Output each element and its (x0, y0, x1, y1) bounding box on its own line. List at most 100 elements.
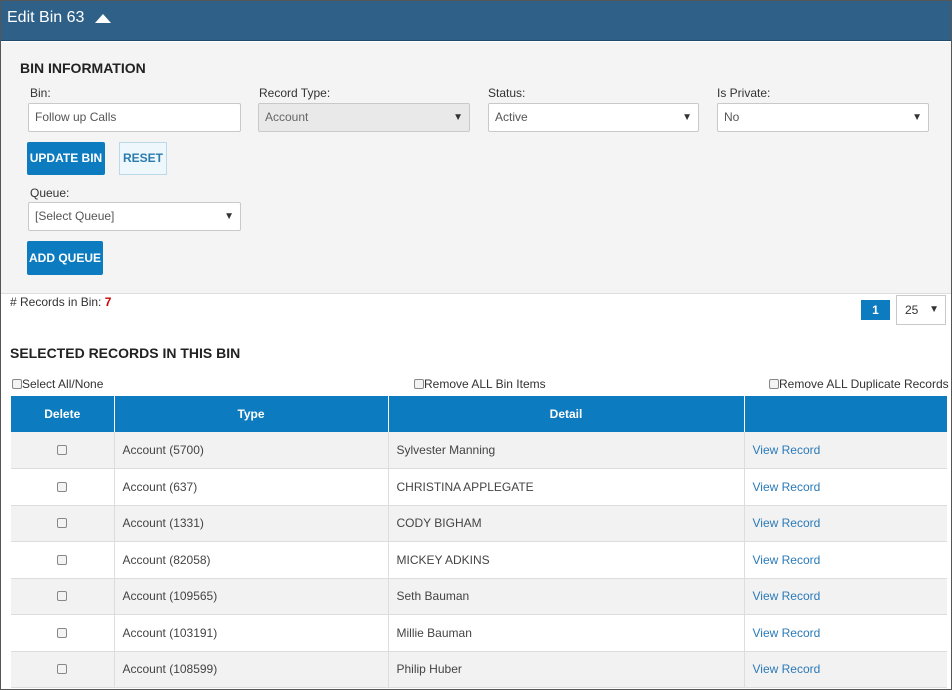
select-all-checkbox[interactable] (12, 379, 22, 389)
table-row: Account (5700) Sylvester Manning View Re… (11, 432, 947, 469)
col-type: Type (114, 396, 389, 432)
record-type-label: Record Type: (259, 86, 331, 100)
records-table: Delete Type Detail Account (5700) Sylves… (11, 396, 947, 688)
view-record-link[interactable]: View Record (753, 589, 821, 603)
delete-checkbox[interactable] (57, 664, 68, 675)
actions-cell: View Record (744, 468, 947, 506)
table-row: Account (109565) Seth Bauman View Record (11, 578, 947, 615)
bin-name-value: Follow up Calls (35, 110, 117, 124)
remove-all-label: Remove ALL Bin Items (424, 377, 546, 391)
view-record-link[interactable]: View Record (753, 480, 821, 494)
is-private-label: Is Private: (717, 86, 771, 100)
table-row: Account (103191) Millie Bauman View Reco… (11, 614, 947, 652)
delete-cell (11, 614, 115, 652)
bin-name-input[interactable]: Follow up Calls (28, 103, 241, 132)
edit-bin-window: Edit Bin 63 BIN INFORMATION Bin: Follow … (0, 0, 952, 690)
update-bin-button[interactable]: UPDATE BIN (27, 142, 105, 175)
remove-all-control[interactable]: Remove ALL Bin Items (414, 377, 546, 391)
select-all-label: Select All/None (22, 377, 104, 391)
type-cell: Account (108599) (114, 651, 389, 688)
bin-info-title: BIN INFORMATION (20, 60, 146, 76)
is-private-select[interactable]: No ▼ (717, 103, 929, 132)
delete-cell (11, 651, 115, 688)
type-cell: Account (5700) (114, 432, 389, 469)
detail-cell: Seth Bauman (388, 578, 745, 615)
remove-all-checkbox[interactable] (414, 379, 424, 389)
type-cell: Account (637) (114, 468, 389, 506)
delete-cell (11, 468, 115, 506)
select-all-control[interactable]: Select All/None (12, 377, 103, 391)
add-queue-button[interactable]: ADD QUEUE (27, 241, 103, 275)
detail-cell: Sylvester Manning (388, 432, 745, 469)
is-private-value: No (724, 110, 740, 124)
page-size-value: 25 (905, 303, 919, 317)
detail-cell: CHRISTINA APPLEGATE (388, 468, 745, 506)
remove-duplicates-label: Remove ALL Duplicate Records (779, 377, 949, 391)
queue-value: [Select Queue] (35, 209, 115, 223)
view-record-link[interactable]: View Record (753, 626, 821, 640)
chevron-down-icon: ▼ (912, 112, 922, 123)
view-record-link[interactable]: View Record (753, 443, 821, 457)
delete-checkbox[interactable] (57, 591, 68, 602)
chevron-down-icon: ▼ (929, 304, 939, 315)
record-type-select: Account ▼ (258, 103, 470, 132)
chevron-down-icon: ▼ (682, 112, 692, 123)
status-select[interactable]: Active ▼ (488, 103, 699, 132)
view-record-link[interactable]: View Record (753, 553, 821, 567)
type-cell: Account (109565) (114, 578, 389, 615)
page-size-select[interactable]: 25 ▼ (896, 295, 946, 325)
table-header-row: Delete Type Detail (11, 396, 947, 432)
reset-button[interactable]: RESET (119, 142, 167, 175)
delete-checkbox[interactable] (57, 518, 68, 529)
table-row: Account (82058) MICKEY ADKINS View Recor… (11, 541, 947, 579)
records-count: # Records in Bin: 7 (10, 295, 111, 309)
queue-select[interactable]: [Select Queue] ▼ (28, 202, 241, 231)
detail-cell: MICKEY ADKINS (388, 541, 745, 579)
page-title: Edit Bin 63 (7, 9, 85, 26)
status-value: Active (495, 110, 528, 124)
type-cell: Account (103191) (114, 614, 389, 652)
detail-cell: Millie Bauman (388, 614, 745, 652)
queue-label: Queue: (30, 186, 70, 200)
detail-cell: CODY BIGHAM (388, 505, 745, 542)
bin-label: Bin: (30, 86, 51, 100)
delete-cell (11, 541, 115, 579)
actions-cell: View Record (744, 432, 947, 469)
record-type-value: Account (265, 110, 309, 124)
remove-duplicates-control[interactable]: Remove ALL Duplicate Records (769, 377, 949, 391)
view-record-link[interactable]: View Record (753, 662, 821, 676)
actions-cell: View Record (744, 541, 947, 579)
table-row: Account (637) CHRISTINA APPLEGATE View R… (11, 468, 947, 506)
delete-checkbox[interactable] (57, 554, 68, 565)
chevron-down-icon: ▼ (224, 211, 234, 222)
delete-checkbox[interactable] (57, 481, 68, 492)
actions-cell: View Record (744, 505, 947, 542)
actions-cell: View Record (744, 651, 947, 688)
col-detail: Detail (388, 396, 745, 432)
view-record-link[interactable]: View Record (753, 516, 821, 530)
records-count-value: 7 (104, 295, 112, 309)
type-cell: Account (82058) (114, 541, 389, 579)
records-count-label: # Records in Bin: (10, 295, 102, 309)
col-actions (744, 396, 947, 432)
remove-duplicates-checkbox[interactable] (769, 379, 779, 389)
collapse-caret-icon[interactable] (95, 14, 111, 23)
delete-checkbox[interactable] (57, 627, 68, 638)
selected-records-title: SELECTED RECORDS IN THIS BIN (10, 345, 241, 361)
detail-cell: Philip Huber (388, 651, 745, 688)
bin-information-panel: BIN INFORMATION Bin: Follow up Calls Rec… (1, 42, 951, 294)
delete-cell (11, 432, 115, 469)
status-label: Status: (488, 86, 526, 100)
delete-cell (11, 578, 115, 615)
page-1-button[interactable]: 1 (861, 300, 890, 320)
type-cell: Account (1331) (114, 505, 389, 542)
table-row: Account (1331) CODY BIGHAM View Record (11, 505, 947, 542)
delete-cell (11, 505, 115, 542)
actions-cell: View Record (744, 578, 947, 615)
table-row: Account (108599) Philip Huber View Recor… (11, 651, 947, 688)
col-delete: Delete (11, 396, 115, 432)
chevron-down-icon: ▼ (453, 112, 463, 123)
actions-cell: View Record (744, 614, 947, 652)
header-bar: Edit Bin 63 (1, 1, 951, 41)
delete-checkbox[interactable] (57, 445, 68, 455)
